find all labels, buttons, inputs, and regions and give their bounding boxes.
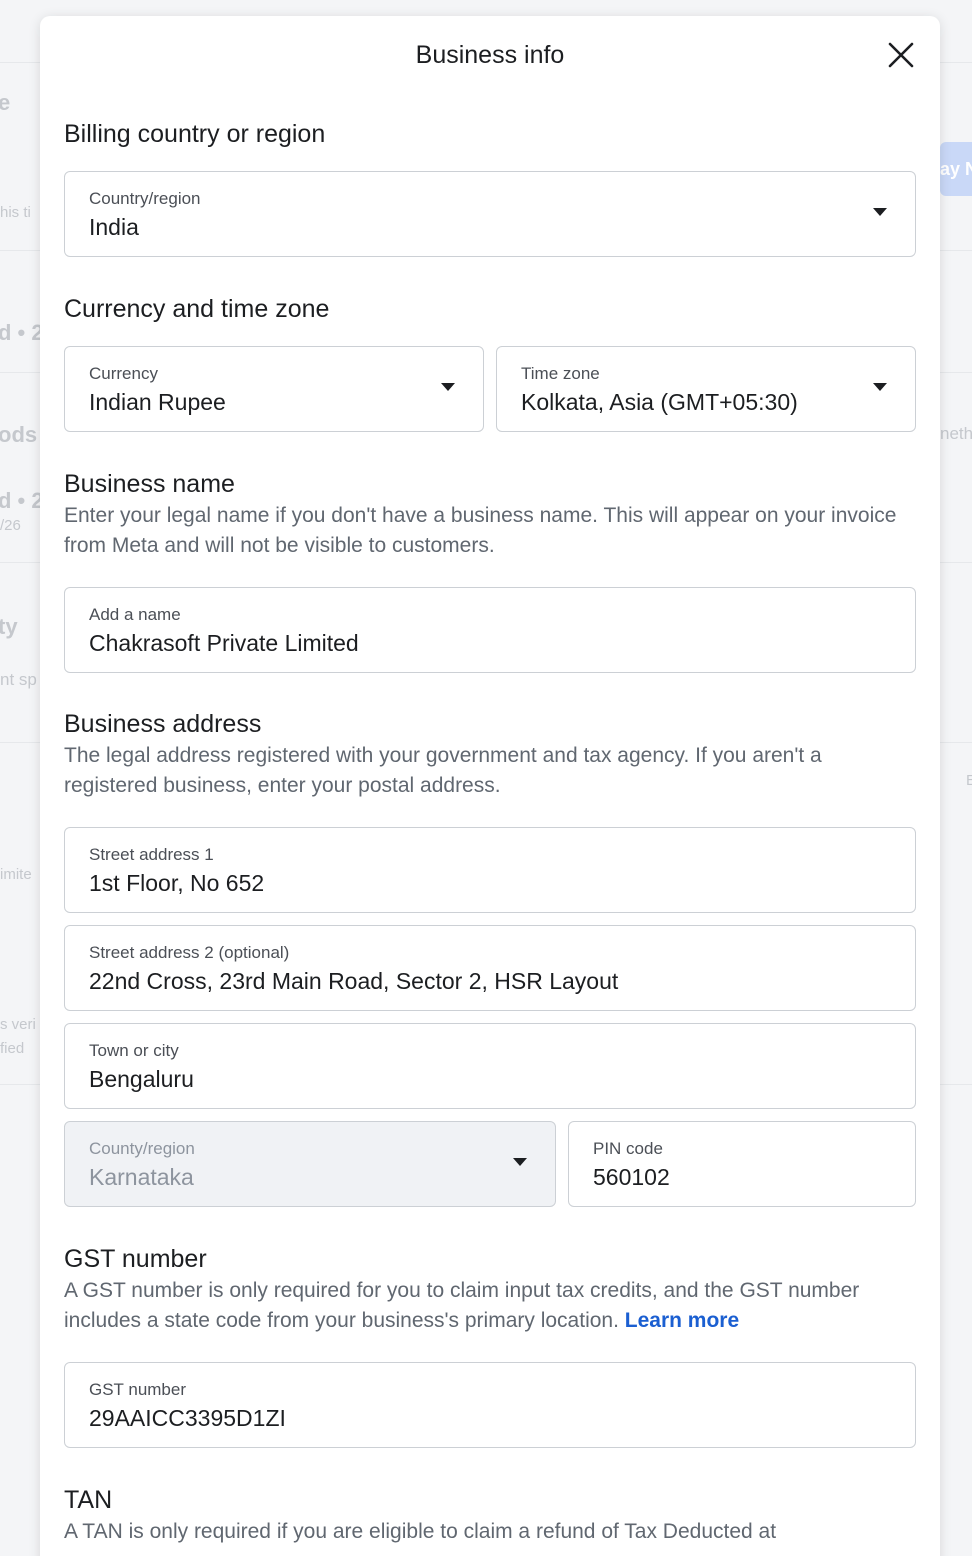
chevron-down-icon (873, 208, 887, 216)
country-value: India (89, 214, 139, 240)
learn-more-link[interactable]: Learn more (625, 1309, 739, 1332)
gst-number-label: GST number (89, 1380, 187, 1399)
street-address-1-label: Street address 1 (89, 845, 214, 864)
pin-code-input[interactable]: PIN code 560102 (568, 1121, 916, 1207)
bg-button-label: ay N (940, 159, 972, 179)
bg-fragment: ty (0, 614, 18, 639)
bg-fragment: fied (0, 1040, 25, 1057)
bg-fragment: ods (0, 422, 38, 447)
currency-select[interactable]: Currency Indian Rupee (64, 346, 484, 432)
street-address-2-input[interactable]: Street address 2 (optional) 22nd Cross, … (64, 925, 916, 1011)
bg-fragment: /26 (0, 517, 21, 534)
pin-code-label: PIN code (593, 1139, 663, 1158)
bg-fragment: neth (940, 424, 972, 443)
city-label: Town or city (89, 1041, 179, 1060)
business-name-input[interactable]: Add a name Chakrasoft Private Limited (64, 587, 916, 673)
chevron-down-icon (873, 383, 887, 391)
gst-description: A GST number is only required for you to… (64, 1276, 916, 1336)
business-name-label: Add a name (89, 605, 181, 624)
bg-fragment: E (966, 772, 972, 789)
business-name-section-title: Business name (64, 470, 235, 498)
country-label: Country/region (89, 189, 201, 208)
billing-section-title: Billing country or region (64, 120, 326, 148)
dialog-header: Business info (40, 16, 940, 96)
street-address-1-input[interactable]: Street address 1 1st Floor, No 652 (64, 827, 916, 913)
street-address-1-value: 1st Floor, No 652 (89, 870, 265, 896)
gst-description-text: A GST number is only required for you to… (64, 1279, 860, 1332)
close-button[interactable] (884, 38, 918, 72)
county-pin-row: County/region Karnataka PIN code 560102 (64, 1121, 916, 1207)
timezone-label: Time zone (521, 364, 600, 383)
bg-primary-button: ay N (940, 142, 972, 196)
currency-label: Currency (89, 364, 158, 383)
tan-description: A TAN is only required if you are eligib… (64, 1520, 777, 1543)
county-select: County/region Karnataka (64, 1121, 556, 1207)
address-section-title: Business address (64, 710, 262, 738)
county-value: Karnataka (89, 1164, 194, 1190)
currency-tz-section-title: Currency and time zone (64, 295, 330, 323)
bg-fragment: imite (0, 866, 32, 883)
dialog-title: Business info (415, 40, 565, 69)
city-input[interactable]: Town or city Bengaluru (64, 1023, 916, 1109)
gst-number-value: 29AAICC3395D1ZI (89, 1405, 286, 1431)
bg-fragment: s veri (0, 1016, 36, 1033)
chevron-down-icon (441, 383, 455, 391)
pin-code-value: 560102 (593, 1164, 670, 1190)
city-value: Bengaluru (89, 1066, 194, 1092)
business-name-value: Chakrasoft Private Limited (89, 630, 359, 656)
street-address-2-label: Street address 2 (optional) (89, 943, 290, 962)
currency-tz-row: Currency Indian Rupee Time zone Kolkata,… (64, 346, 916, 432)
county-label: County/region (89, 1139, 195, 1158)
business-name-description: Enter your legal name if you don't have … (64, 504, 897, 557)
bg-fragment: nt sp (0, 670, 37, 689)
bg-fragment: e (0, 90, 11, 115)
street-address-2-value: 22nd Cross, 23rd Main Road, Sector 2, HS… (89, 968, 619, 994)
chevron-down-icon (513, 1158, 527, 1166)
bg-fragment: d • 2 (0, 488, 44, 513)
bg-fragment: his ti (0, 204, 31, 221)
gst-number-input[interactable]: GST number 29AAICC3395D1ZI (64, 1362, 916, 1448)
address-description: The legal address registered with your g… (64, 744, 822, 797)
bg-fragment: d • 2 (0, 320, 44, 345)
currency-value: Indian Rupee (89, 389, 226, 415)
tan-section-title: TAN (64, 1486, 113, 1514)
business-info-dialog: Business info Billing country or region … (40, 16, 940, 1556)
country-select[interactable]: Country/region India (64, 171, 916, 257)
timezone-select[interactable]: Time zone Kolkata, Asia (GMT+05:30) (496, 346, 916, 432)
close-icon (888, 42, 914, 68)
gst-section-title: GST number (64, 1245, 207, 1273)
dialog-content: Billing country or region Country/region… (40, 120, 940, 1547)
timezone-value: Kolkata, Asia (GMT+05:30) (521, 389, 798, 415)
